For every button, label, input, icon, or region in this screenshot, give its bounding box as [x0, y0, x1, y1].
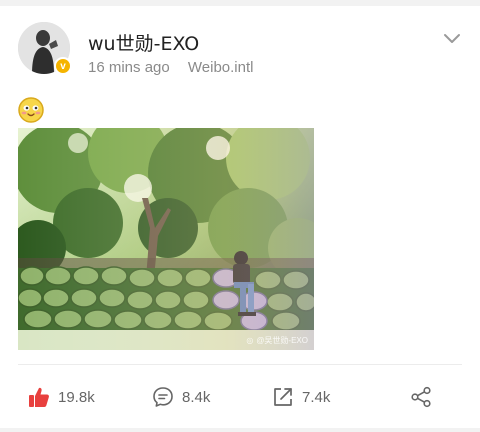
- repost-count: 7.4k: [302, 388, 331, 406]
- verified-badge-icon: v: [54, 57, 72, 75]
- username[interactable]: wu世勋-EXO: [88, 29, 199, 56]
- repost-button[interactable]: 7.4k: [272, 382, 330, 412]
- comment-count: 8.4k: [182, 388, 211, 406]
- like-button[interactable]: 19.8k: [28, 382, 95, 412]
- camera-icon: ◎: [246, 336, 254, 345]
- divider: [18, 364, 462, 365]
- like-icon: [29, 387, 49, 407]
- share-icon: [411, 386, 431, 408]
- comment-icon: [153, 387, 173, 407]
- post-card: v wu世勋-EXO 16 mins ago Weibo.intl ◎ @吴世勋…: [0, 6, 480, 428]
- post-meta: 16 mins ago Weibo.intl: [88, 59, 253, 76]
- post-photo[interactable]: ◎ @吴世勋-EXO: [18, 128, 314, 350]
- post-time: 16 mins ago: [88, 59, 170, 76]
- photo-watermark: ◎ @吴世勋-EXO: [246, 336, 308, 345]
- like-count: 19.8k: [58, 388, 95, 406]
- emoji-icon: [18, 97, 44, 123]
- share-button[interactable]: [410, 382, 432, 412]
- post-source: Weibo.intl: [187, 59, 254, 76]
- comment-button[interactable]: 8.4k: [152, 382, 210, 412]
- repost-icon: [274, 388, 292, 406]
- chevron-down-icon[interactable]: [442, 32, 462, 46]
